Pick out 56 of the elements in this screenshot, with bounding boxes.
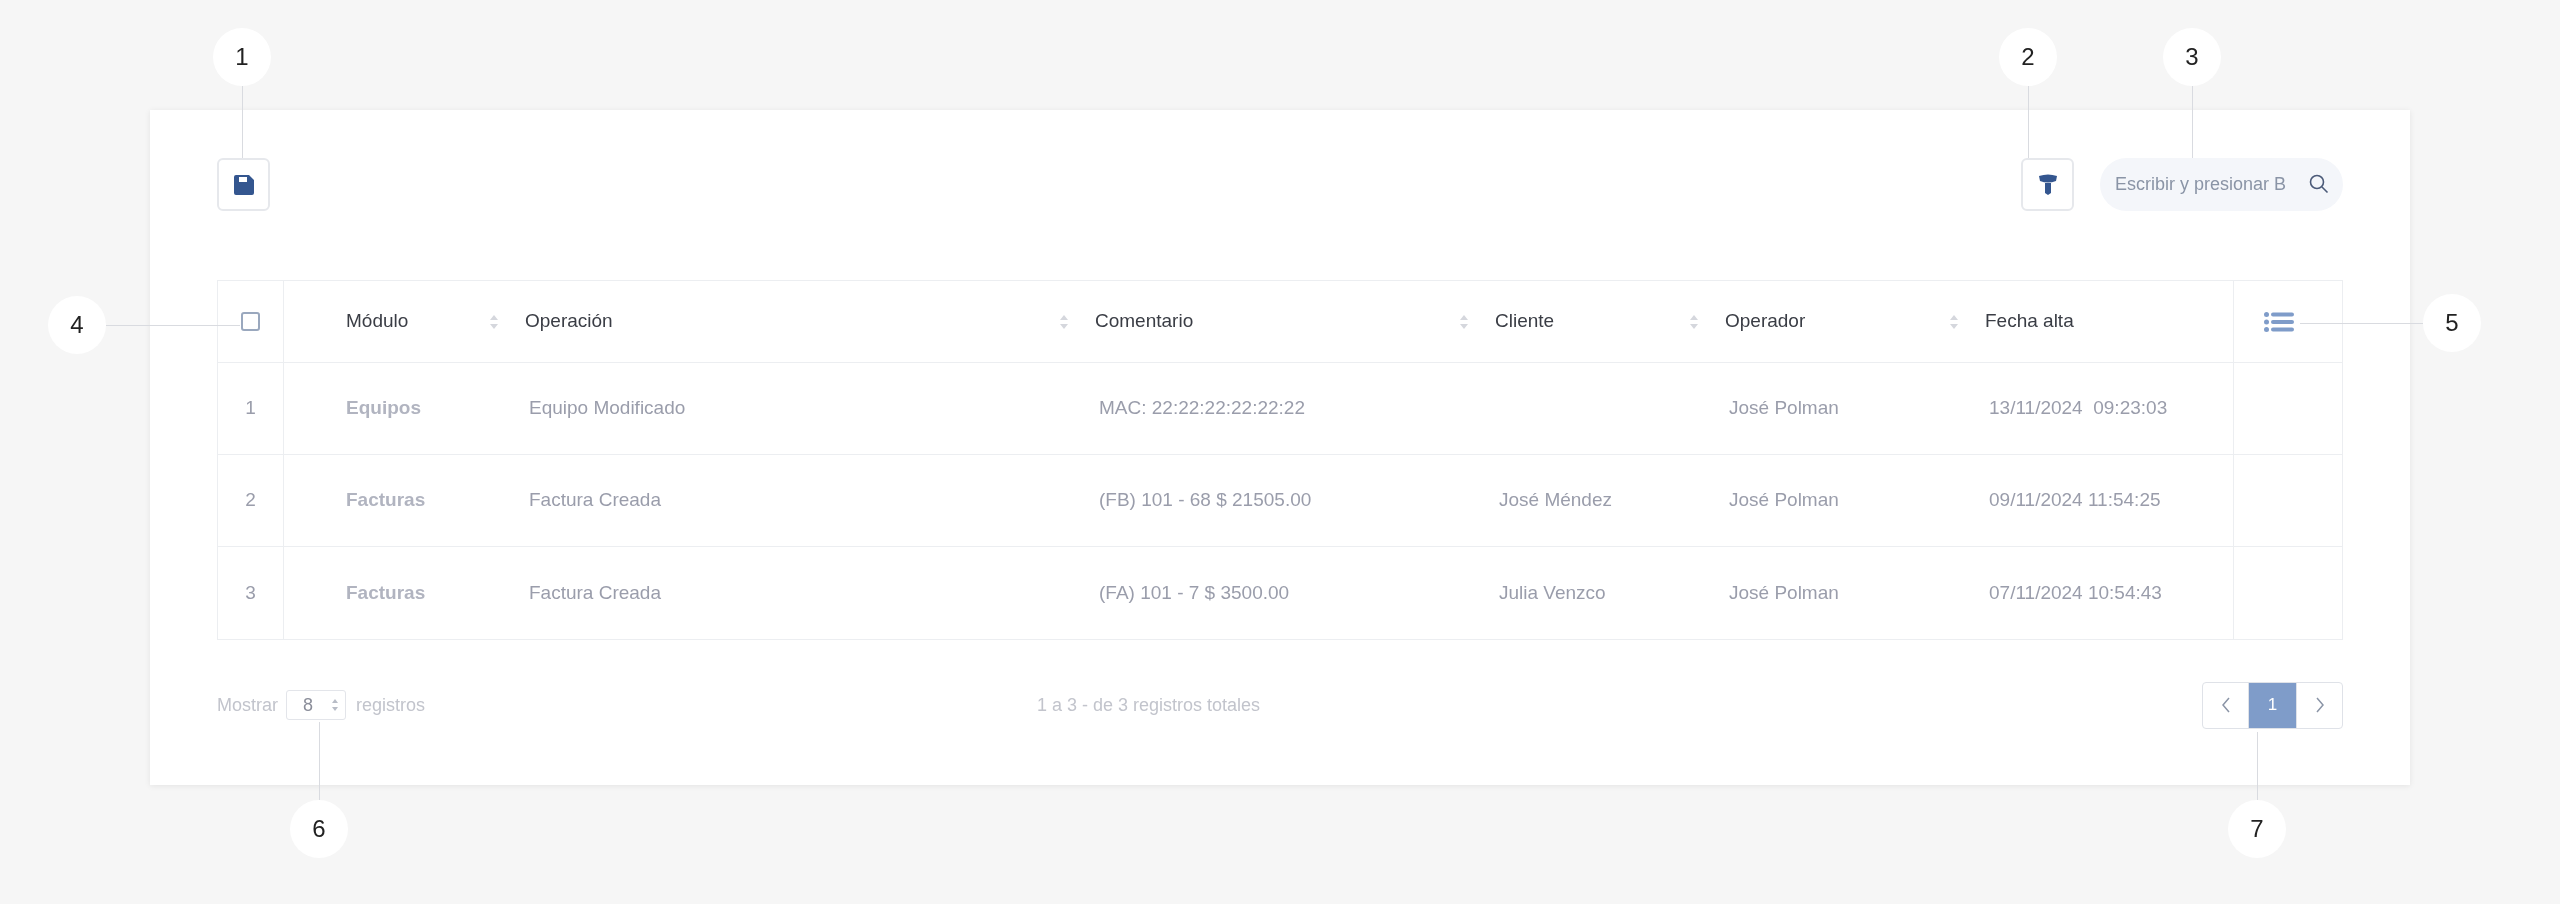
leader-line — [242, 86, 243, 158]
sort-icon[interactable] — [1949, 313, 1959, 330]
callout-marker: 3 — [2163, 28, 2221, 86]
table-cell-text: José Polman — [1729, 580, 1839, 605]
records-label: registros — [356, 693, 426, 717]
row-number: 3 — [245, 580, 256, 605]
callout-marker: 4 — [48, 296, 106, 354]
callout-marker: 5 — [2423, 294, 2481, 352]
column-header[interactable]: Fecha alta — [1985, 307, 2221, 336]
chevron-right-icon — [2314, 697, 2325, 713]
column-list-icon[interactable] — [2264, 311, 2294, 332]
spinner-icon — [331, 698, 339, 712]
leader-line — [2257, 732, 2258, 800]
callout-marker: 2 — [1999, 28, 2057, 86]
table-cell-text: José Méndez — [1499, 488, 1612, 513]
table-cell-text: Equipo Modificado — [529, 396, 686, 421]
filter-button[interactable] — [2021, 158, 2074, 211]
column-header[interactable]: Operador — [1725, 307, 1949, 336]
table-cell-text: Facturas — [346, 488, 426, 513]
search-field[interactable]: Escribir y presionar B — [2100, 158, 2343, 211]
table-cell-text: 09/11/2024 11:54:25 — [1989, 488, 2161, 513]
save-button[interactable] — [217, 158, 270, 211]
table-cell-text: Equipos — [346, 396, 421, 421]
callout-marker: 6 — [290, 800, 348, 858]
records-summary: 1 a 3 - de 3 registros totales — [1036, 693, 1261, 717]
sort-icon[interactable] — [1689, 313, 1699, 330]
table-cell-text: Factura Creada — [529, 580, 661, 605]
table-cell-text: (FA) 101 - 7 $ 3500.00 — [1099, 580, 1290, 605]
column-header[interactable]: Comentario — [1095, 307, 1459, 336]
show-label: Mostrar — [217, 693, 278, 717]
sort-icon[interactable] — [1059, 313, 1069, 330]
table-cell-text: Factura Creada — [529, 488, 661, 513]
callout-marker: 7 — [2228, 800, 2286, 858]
sort-icon[interactable] — [1459, 313, 1469, 330]
filter-icon — [2037, 173, 2058, 196]
sort-icon[interactable] — [489, 313, 499, 330]
row-number: 1 — [245, 396, 256, 421]
table-cell-text: MAC: 22:22:22:22:22:22 — [1099, 396, 1305, 421]
table-cell-text: José Polman — [1729, 396, 1839, 421]
chevron-left-icon — [2220, 697, 2231, 713]
callout-marker: 1 — [213, 28, 271, 86]
table-cell-text: 07/11/2024 10:54:43 — [1989, 580, 2162, 605]
save-icon — [232, 173, 255, 196]
table-cell-text: Facturas — [346, 580, 426, 605]
leader-line — [2192, 86, 2193, 158]
table-cell-text: Julia Venzco — [1499, 580, 1606, 605]
column-header[interactable]: Operación — [525, 307, 1059, 336]
select-all-checkbox[interactable] — [241, 312, 260, 331]
table-cell-text: 13/11/2024 09:23:03 — [1989, 396, 2168, 421]
table-cell-text: (FB) 101 - 68 $ 21505.00 — [1099, 488, 1312, 513]
leader-line — [2028, 86, 2029, 158]
table-cell-text: José Polman — [1729, 488, 1839, 513]
column-header[interactable]: Cliente — [1495, 307, 1689, 336]
column-header[interactable]: Módulo — [346, 307, 489, 336]
search-icon — [2309, 174, 2329, 194]
row-number: 2 — [245, 488, 256, 513]
